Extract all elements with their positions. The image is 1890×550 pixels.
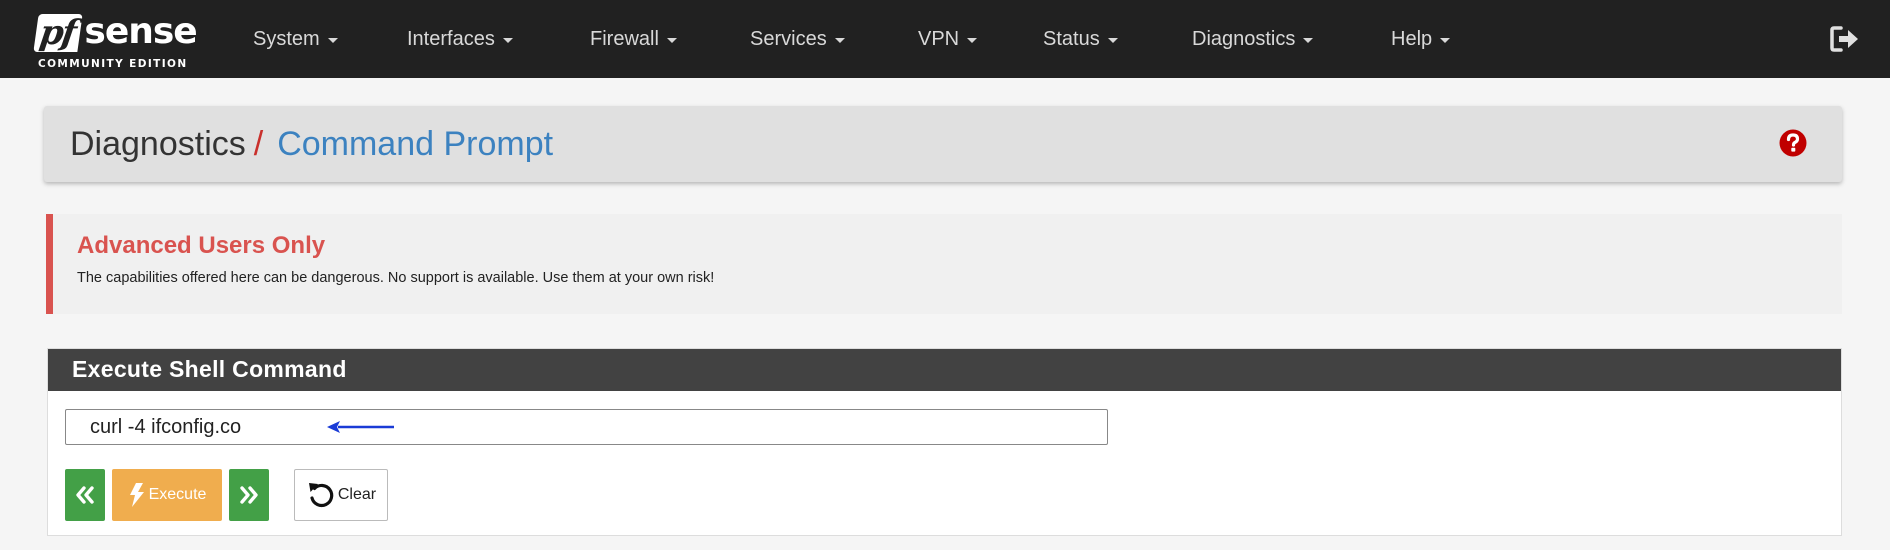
bolt-icon xyxy=(129,483,144,507)
caret-down-icon xyxy=(1107,37,1118,43)
alert-text: The capabilities offered here can be dan… xyxy=(77,270,715,286)
alert-title: Advanced Users Only xyxy=(77,232,326,259)
caret-down-icon xyxy=(1440,37,1451,43)
sign-out-icon[interactable] xyxy=(1830,26,1860,52)
caret-down-icon xyxy=(666,37,677,43)
menu-system[interactable]: System xyxy=(253,28,407,51)
caret-down-icon xyxy=(502,37,513,43)
menu-help[interactable]: Help xyxy=(1391,28,1481,51)
brand-sense: sense xyxy=(84,11,197,52)
undo-icon xyxy=(308,483,334,508)
menu-status-label: Status xyxy=(1043,27,1100,50)
main-menu: System Interfaces Firewall Services VPN … xyxy=(253,0,1481,78)
caret-down-icon xyxy=(1303,37,1314,43)
top-navbar: pf sense COMMUNITY EDITION System Interf… xyxy=(0,0,1890,78)
menu-vpn[interactable]: VPN xyxy=(918,28,1043,51)
warning-alert: Advanced Users Only The capabilities off… xyxy=(46,214,1842,314)
clear-button-label: Clear xyxy=(337,486,377,503)
menu-status[interactable]: Status xyxy=(1043,28,1192,51)
menu-firewall-label: Firewall xyxy=(590,27,659,50)
menu-system-label: System xyxy=(253,27,320,50)
panel-heading: Execute Shell Command xyxy=(48,349,1841,391)
menu-firewall[interactable]: Firewall xyxy=(590,28,750,51)
caret-down-icon xyxy=(834,37,845,43)
caret-down-icon xyxy=(967,37,978,43)
next-command-button[interactable] xyxy=(229,469,269,521)
menu-interfaces-label: Interfaces xyxy=(407,27,495,50)
breadcrumb-diagnostics[interactable]: Diagnostics xyxy=(70,125,246,164)
command-input[interactable] xyxy=(65,409,1108,445)
menu-services[interactable]: Services xyxy=(750,28,918,51)
caret-down-icon xyxy=(327,37,338,43)
execute-shell-panel: Execute Shell Command Execute Clear xyxy=(47,348,1842,536)
menu-help-label: Help xyxy=(1391,27,1433,50)
breadcrumb-separator: / xyxy=(253,124,264,163)
execute-button-label: Execute xyxy=(148,486,207,503)
pfsense-logo[interactable]: pf sense COMMUNITY EDITION xyxy=(33,6,216,72)
annotation-arrow-icon xyxy=(326,419,396,435)
previous-command-button[interactable] xyxy=(65,469,105,521)
menu-interfaces[interactable]: Interfaces xyxy=(407,28,590,51)
breadcrumb: Diagnostics / Command Prompt xyxy=(44,106,1842,182)
brand-edition: COMMUNITY EDITION xyxy=(38,58,188,70)
brand-pf: pf xyxy=(33,13,84,53)
clear-button[interactable]: Clear xyxy=(294,469,388,521)
menu-diagnostics-label: Diagnostics xyxy=(1192,27,1296,50)
question-circle-icon[interactable] xyxy=(1778,128,1808,158)
menu-diagnostics[interactable]: Diagnostics xyxy=(1192,28,1391,51)
menu-services-label: Services xyxy=(750,27,827,50)
menu-vpn-label: VPN xyxy=(918,27,960,50)
brand-wordmark: pf sense xyxy=(33,6,216,53)
execute-button[interactable]: Execute xyxy=(112,469,222,521)
double-chevron-right-icon xyxy=(240,486,258,504)
double-chevron-left-icon xyxy=(76,486,94,504)
page-title[interactable]: Command Prompt xyxy=(277,125,553,164)
